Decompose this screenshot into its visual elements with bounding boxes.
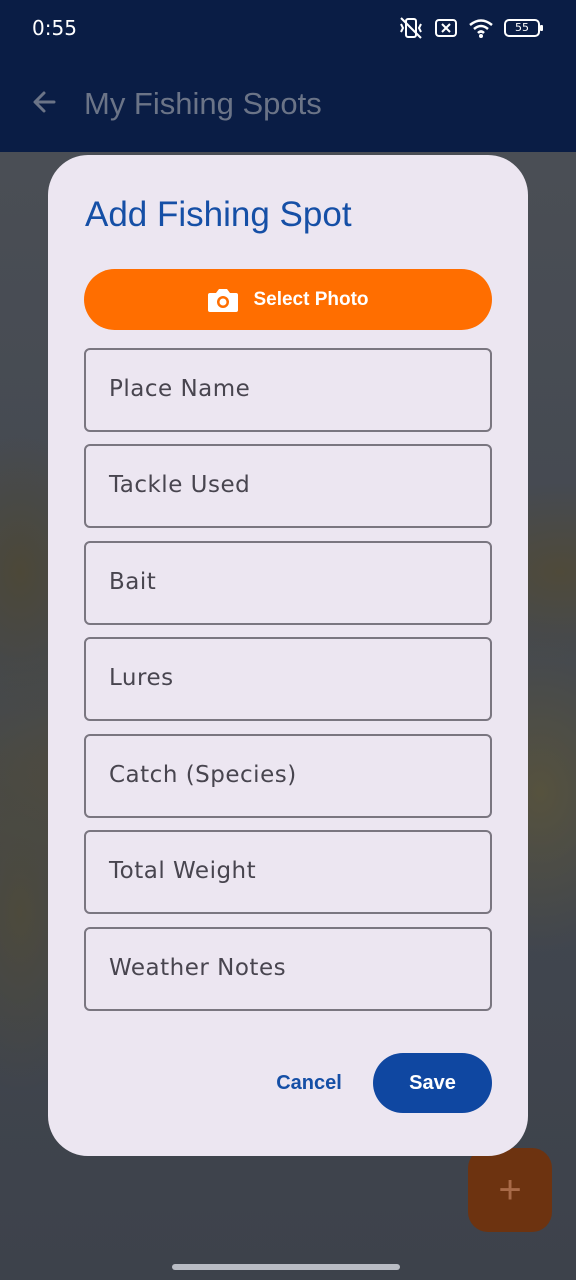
app-bar: My Fishing Spots <box>0 56 576 152</box>
page-title: My Fishing Spots <box>84 86 322 121</box>
status-icons: 55 <box>398 16 543 40</box>
catch-species-field[interactable]: Catch (Species) <box>84 734 492 818</box>
select-photo-button[interactable]: Select Photo <box>84 269 492 330</box>
save-button[interactable]: Save <box>373 1053 492 1113</box>
gesture-nav-bar[interactable] <box>172 1264 400 1270</box>
catch-species-label: Catch (Species) <box>109 762 297 788</box>
lures-field[interactable]: Lures <box>84 637 492 721</box>
bait-field[interactable]: Bait <box>84 541 492 625</box>
back-button[interactable] <box>24 84 64 124</box>
place-name-field[interactable]: Place Name <box>84 348 492 432</box>
camera-icon <box>207 286 239 314</box>
select-photo-label: Select Photo <box>253 288 369 310</box>
weather-notes-field[interactable]: Weather Notes <box>84 927 492 1011</box>
place-name-label: Place Name <box>109 376 251 402</box>
total-weight-field[interactable]: Total Weight <box>84 830 492 914</box>
tackle-used-label: Tackle Used <box>109 472 251 498</box>
lures-label: Lures <box>109 665 174 691</box>
dialog-title: Add Fishing Spot <box>85 195 352 234</box>
wifi-icon <box>468 17 494 39</box>
battery-icon: 55 <box>504 19 543 37</box>
status-time: 0:55 <box>32 16 77 40</box>
bait-label: Bait <box>109 569 157 595</box>
arrow-left-icon <box>30 88 58 121</box>
add-spot-fab[interactable]: + <box>468 1148 552 1232</box>
sim-blocked-icon <box>434 17 458 39</box>
status-bar: 0:55 55 <box>0 0 576 56</box>
vibrate-off-icon <box>398 16 424 40</box>
plus-icon: + <box>498 1167 522 1212</box>
weather-notes-label: Weather Notes <box>109 955 287 981</box>
total-weight-label: Total Weight <box>109 858 257 884</box>
add-spot-dialog: Add Fishing Spot Select Photo Place Name… <box>48 155 528 1156</box>
tackle-used-field[interactable]: Tackle Used <box>84 444 492 528</box>
cancel-button[interactable]: Cancel <box>258 1053 360 1113</box>
